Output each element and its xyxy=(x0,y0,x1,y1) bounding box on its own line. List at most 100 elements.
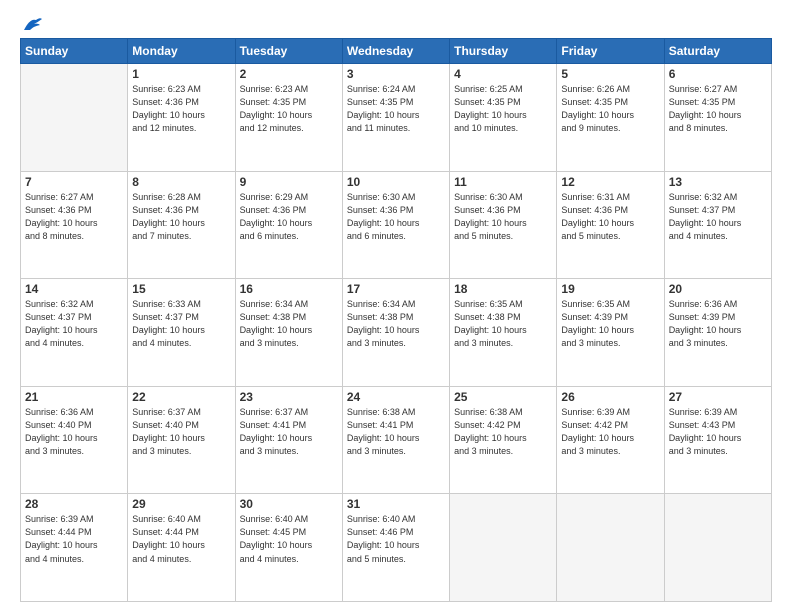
calendar-week-5: 28 Sunrise: 6:39 AMSunset: 4:44 PMDayligh… xyxy=(21,494,772,602)
calendar-cell: 5Sunrise: 6:26 AMSunset: 4:35 PMDaylight… xyxy=(557,64,664,172)
calendar-cell: 10 Sunrise: 6:30 AMSunset: 4:36 PMDayligh… xyxy=(342,171,449,279)
day-info: Sunrise: 6:36 AMSunset: 4:40 PMDaylight:… xyxy=(25,406,123,458)
day-info: Sunrise: 6:38 AMSunset: 4:41 PMDaylight:… xyxy=(347,406,445,458)
day-info: Sunrise: 6:31 AMSunset: 4:36 PMDaylight:… xyxy=(561,191,659,243)
day-info: Sunrise: 6:23 AMSunset: 4:36 PMDaylight:… xyxy=(132,83,230,135)
day-number: 25 xyxy=(454,390,552,404)
day-number: 20 xyxy=(669,282,767,296)
day-number: 24 xyxy=(347,390,445,404)
day-info: Sunrise: 6:34 AMSunset: 4:38 PMDaylight:… xyxy=(240,298,338,350)
day-info: Sunrise: 6:26 AMSunset: 4:35 PMDaylight:… xyxy=(561,83,659,135)
calendar-cell: 31 Sunrise: 6:40 AMSunset: 4:46 PMDayligh… xyxy=(342,494,449,602)
calendar-cell xyxy=(21,64,128,172)
calendar-week-2: 7 Sunrise: 6:27 AMSunset: 4:36 PMDaylight… xyxy=(21,171,772,279)
day-info: Sunrise: 6:30 AMSunset: 4:36 PMDaylight:… xyxy=(454,191,552,243)
day-number: 17 xyxy=(347,282,445,296)
day-info: Sunrise: 6:30 AMSunset: 4:36 PMDaylight:… xyxy=(347,191,445,243)
day-number: 14 xyxy=(25,282,123,296)
header: General xyxy=(20,16,772,28)
day-number: 18 xyxy=(454,282,552,296)
weekday-header-monday: Monday xyxy=(128,39,235,64)
day-number: 26 xyxy=(561,390,659,404)
day-info: Sunrise: 6:34 AMSunset: 4:38 PMDaylight:… xyxy=(347,298,445,350)
day-info: Sunrise: 6:32 AMSunset: 4:37 PMDaylight:… xyxy=(25,298,123,350)
day-info: Sunrise: 6:32 AMSunset: 4:37 PMDaylight:… xyxy=(669,191,767,243)
day-info: Sunrise: 6:37 AMSunset: 4:40 PMDaylight:… xyxy=(132,406,230,458)
calendar-cell: 22 Sunrise: 6:37 AMSunset: 4:40 PMDayligh… xyxy=(128,386,235,494)
day-number: 28 xyxy=(25,497,123,511)
calendar-cell: 3Sunrise: 6:24 AMSunset: 4:35 PMDaylight… xyxy=(342,64,449,172)
calendar-cell: 18 Sunrise: 6:35 AMSunset: 4:38 PMDayligh… xyxy=(450,279,557,387)
calendar-cell: 25 Sunrise: 6:38 AMSunset: 4:42 PMDayligh… xyxy=(450,386,557,494)
day-info: Sunrise: 6:28 AMSunset: 4:36 PMDaylight:… xyxy=(132,191,230,243)
calendar-cell: 24 Sunrise: 6:38 AMSunset: 4:41 PMDayligh… xyxy=(342,386,449,494)
calendar-cell: 12 Sunrise: 6:31 AMSunset: 4:36 PMDayligh… xyxy=(557,171,664,279)
day-info: Sunrise: 6:24 AMSunset: 4:35 PMDaylight:… xyxy=(347,83,445,135)
day-info: Sunrise: 6:37 AMSunset: 4:41 PMDaylight:… xyxy=(240,406,338,458)
day-number: 1 xyxy=(132,67,230,81)
calendar-cell: 1 Sunrise: 6:23 AMSunset: 4:36 PMDaylight… xyxy=(128,64,235,172)
day-number: 31 xyxy=(347,497,445,511)
day-number: 30 xyxy=(240,497,338,511)
day-info: Sunrise: 6:35 AMSunset: 4:38 PMDaylight:… xyxy=(454,298,552,350)
calendar-cell: 8Sunrise: 6:28 AMSunset: 4:36 PMDaylight… xyxy=(128,171,235,279)
day-info: Sunrise: 6:40 AMSunset: 4:45 PMDaylight:… xyxy=(240,513,338,565)
calendar-cell: 19 Sunrise: 6:35 AMSunset: 4:39 PMDayligh… xyxy=(557,279,664,387)
day-number: 13 xyxy=(669,175,767,189)
calendar-cell: 30 Sunrise: 6:40 AMSunset: 4:45 PMDayligh… xyxy=(235,494,342,602)
logo-full xyxy=(20,16,44,28)
weekday-header-thursday: Thursday xyxy=(450,39,557,64)
day-info: Sunrise: 6:38 AMSunset: 4:42 PMDaylight:… xyxy=(454,406,552,458)
calendar-week-1: 1 Sunrise: 6:23 AMSunset: 4:36 PMDaylight… xyxy=(21,64,772,172)
calendar-cell: 29 Sunrise: 6:40 AMSunset: 4:44 PMDayligh… xyxy=(128,494,235,602)
calendar-table: SundayMondayTuesdayWednesdayThursdayFrid… xyxy=(20,38,772,602)
calendar-cell: 11 Sunrise: 6:30 AMSunset: 4:36 PMDayligh… xyxy=(450,171,557,279)
day-info: Sunrise: 6:23 AMSunset: 4:35 PMDaylight:… xyxy=(240,83,338,135)
calendar-cell: 28 Sunrise: 6:39 AMSunset: 4:44 PMDayligh… xyxy=(21,494,128,602)
day-info: Sunrise: 6:39 AMSunset: 4:42 PMDaylight:… xyxy=(561,406,659,458)
day-info: Sunrise: 6:40 AMSunset: 4:46 PMDaylight:… xyxy=(347,513,445,565)
calendar-cell: 16Sunrise: 6:34 AMSunset: 4:38 PMDayligh… xyxy=(235,279,342,387)
day-number: 27 xyxy=(669,390,767,404)
calendar-cell: 9Sunrise: 6:29 AMSunset: 4:36 PMDaylight… xyxy=(235,171,342,279)
calendar-cell: 21 Sunrise: 6:36 AMSunset: 4:40 PMDayligh… xyxy=(21,386,128,494)
calendar-week-4: 21 Sunrise: 6:36 AMSunset: 4:40 PMDayligh… xyxy=(21,386,772,494)
calendar-cell: 23 Sunrise: 6:37 AMSunset: 4:41 PMDayligh… xyxy=(235,386,342,494)
calendar-cell xyxy=(557,494,664,602)
day-number: 7 xyxy=(25,175,123,189)
day-number: 6 xyxy=(669,67,767,81)
page: General SundayMondayTuesdayWednesdayThur… xyxy=(0,0,792,612)
bird-icon xyxy=(22,16,44,34)
calendar-cell xyxy=(450,494,557,602)
day-info: Sunrise: 6:29 AMSunset: 4:36 PMDaylight:… xyxy=(240,191,338,243)
day-number: 21 xyxy=(25,390,123,404)
calendar-cell: 4 Sunrise: 6:25 AMSunset: 4:35 PMDaylight… xyxy=(450,64,557,172)
day-number: 11 xyxy=(454,175,552,189)
calendar-cell: 15 Sunrise: 6:33 AMSunset: 4:37 PMDayligh… xyxy=(128,279,235,387)
calendar-cell: 6 Sunrise: 6:27 AMSunset: 4:35 PMDaylight… xyxy=(664,64,771,172)
day-info: Sunrise: 6:39 AMSunset: 4:44 PMDaylight:… xyxy=(25,513,123,565)
day-number: 29 xyxy=(132,497,230,511)
calendar-cell: 14 Sunrise: 6:32 AMSunset: 4:37 PMDayligh… xyxy=(21,279,128,387)
day-info: Sunrise: 6:27 AMSunset: 4:35 PMDaylight:… xyxy=(669,83,767,135)
calendar-cell: 27Sunrise: 6:39 AMSunset: 4:43 PMDayligh… xyxy=(664,386,771,494)
day-info: Sunrise: 6:35 AMSunset: 4:39 PMDaylight:… xyxy=(561,298,659,350)
day-number: 23 xyxy=(240,390,338,404)
weekday-header-row: SundayMondayTuesdayWednesdayThursdayFrid… xyxy=(21,39,772,64)
day-number: 19 xyxy=(561,282,659,296)
calendar-cell: 26 Sunrise: 6:39 AMSunset: 4:42 PMDayligh… xyxy=(557,386,664,494)
calendar-cell xyxy=(664,494,771,602)
day-number: 15 xyxy=(132,282,230,296)
day-number: 4 xyxy=(454,67,552,81)
day-number: 10 xyxy=(347,175,445,189)
day-info: Sunrise: 6:27 AMSunset: 4:36 PMDaylight:… xyxy=(25,191,123,243)
day-info: Sunrise: 6:25 AMSunset: 4:35 PMDaylight:… xyxy=(454,83,552,135)
day-number: 12 xyxy=(561,175,659,189)
weekday-header-sunday: Sunday xyxy=(21,39,128,64)
calendar-cell: 13 Sunrise: 6:32 AMSunset: 4:37 PMDayligh… xyxy=(664,171,771,279)
day-info: Sunrise: 6:40 AMSunset: 4:44 PMDaylight:… xyxy=(132,513,230,565)
day-info: Sunrise: 6:33 AMSunset: 4:37 PMDaylight:… xyxy=(132,298,230,350)
calendar-week-3: 14 Sunrise: 6:32 AMSunset: 4:37 PMDayligh… xyxy=(21,279,772,387)
day-info: Sunrise: 6:36 AMSunset: 4:39 PMDaylight:… xyxy=(669,298,767,350)
day-number: 22 xyxy=(132,390,230,404)
